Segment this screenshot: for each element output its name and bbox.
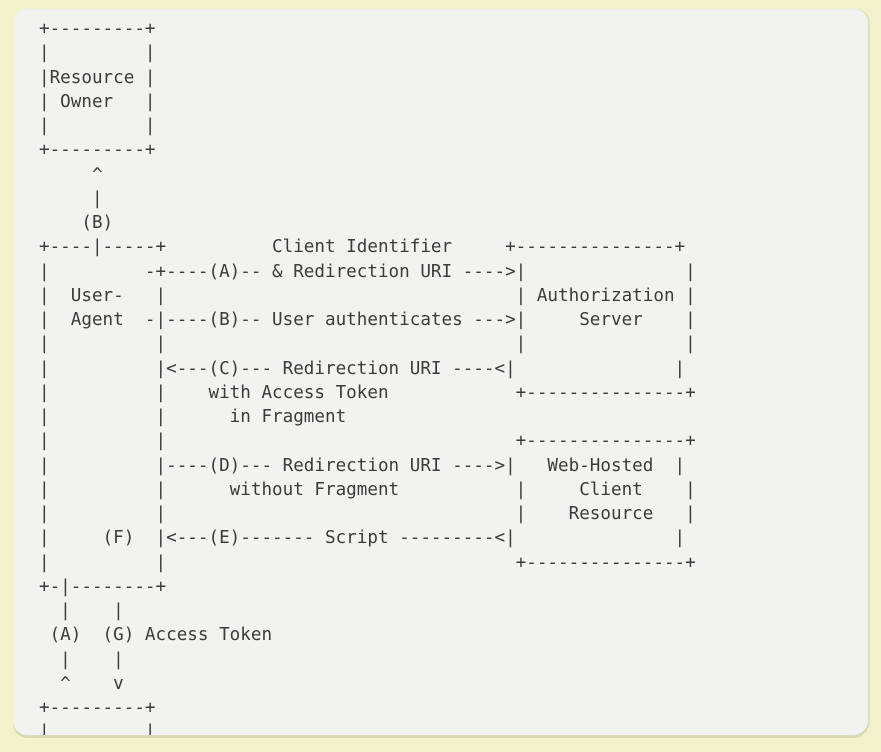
diagram-title: OAuth 2.0 Implicit Grant Flow	[0, 0, 1, 1]
diagram-panel: +---------+ | | |Resource | | Owner | | …	[13, 9, 868, 735]
ascii-diagram: +---------+ | | |Resource | | Owner | | …	[39, 19, 696, 735]
diagram-semantic-layer: OAuth 2.0 Implicit Grant Flow Resource O…	[0, 0, 1, 1]
